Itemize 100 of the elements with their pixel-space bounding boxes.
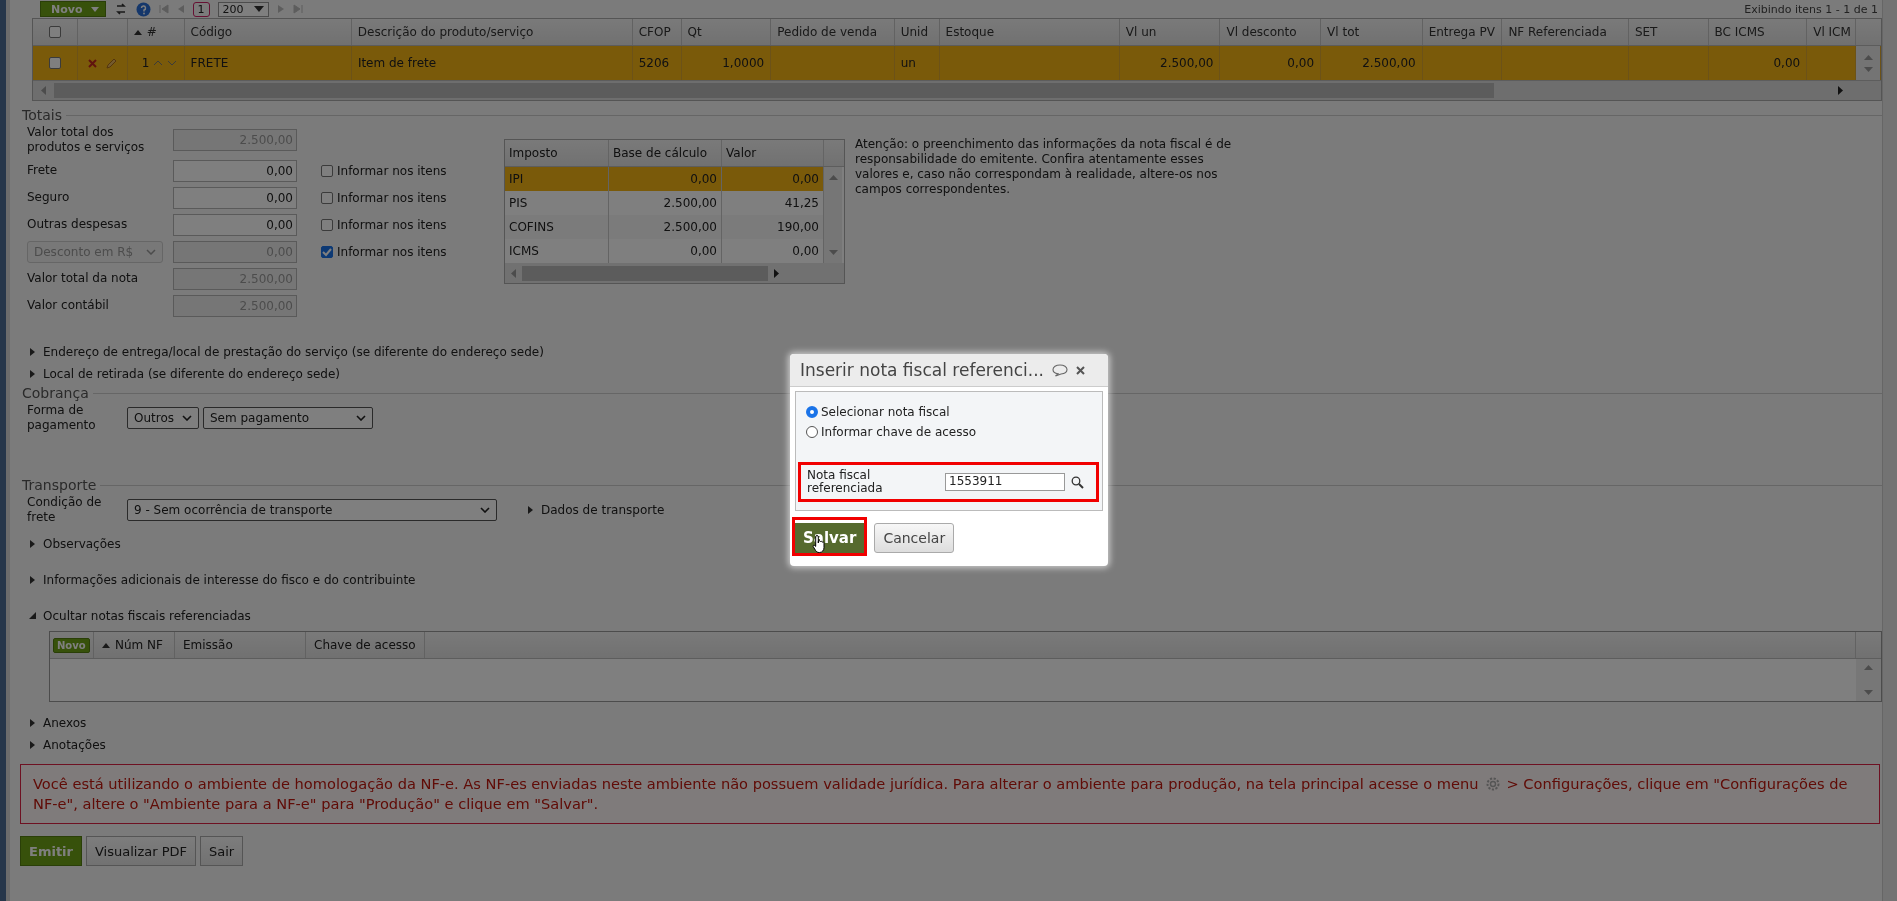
delete-icon[interactable] [87, 58, 97, 68]
checkbox[interactable] [321, 218, 333, 231]
amount-field[interactable]: 0,00 [173, 186, 297, 209]
dialog-button[interactable]: Cancelar [874, 523, 955, 553]
collapsible-section[interactable]: Dados de transporte [525, 499, 665, 521]
table-cell: 2.500,00 [663, 196, 717, 210]
scroll-down-icon[interactable] [828, 250, 838, 255]
column-header[interactable]: Valor [722, 140, 824, 166]
item-row[interactable]: 1 FRETE Item de frete 5206 1,0000 un 2.500,00 0,00 2.500,00 0,00 [33, 46, 1881, 80]
column-header[interactable]: Código [184, 19, 352, 45]
column-header[interactable]: NF Referenciada [1502, 19, 1629, 45]
column-header[interactable]: Vl desconto [1220, 19, 1322, 45]
help-icon[interactable] [135, 1, 151, 17]
previous-page-icon[interactable] [176, 4, 185, 14]
radio-button[interactable] [806, 426, 818, 438]
move-down-icon[interactable] [167, 60, 178, 66]
search-icon[interactable] [1071, 475, 1084, 489]
collapsible-section[interactable]: Ocultar notas fiscais referenciadas [27, 605, 251, 627]
warning-text: > Configurações, clique em "Configurações de [1506, 774, 1848, 794]
column-header[interactable]: Qt [681, 19, 772, 45]
checkbox[interactable] [321, 164, 333, 177]
table-cell: un [900, 56, 916, 70]
amount-field[interactable]: 0,00 [173, 213, 297, 236]
column-header[interactable]: Imposto [505, 140, 609, 166]
page-number-field[interactable]: 1 [192, 1, 210, 17]
tax-row[interactable]: IPI 0,00 0,00 [505, 167, 824, 191]
notice-text: Atenção: o preenchimento das informações da nota fiscal é de responsabilidade do emitente. Confira atentamente esses valores e, caso não correspondam à realidade, altere-os nos campos correspondentes. [855, 137, 1233, 197]
expand-icon [29, 348, 37, 356]
field-label: Valor contábil [27, 298, 110, 313]
column-header[interactable]: Vl ICM [1807, 19, 1857, 45]
column-header[interactable]: Base de cálculo [609, 140, 722, 166]
scroll-left-icon[interactable] [511, 268, 516, 278]
freight-select[interactable]: 9 - Sem ocorrência de transporte [127, 499, 497, 521]
column-header[interactable]: Vl tot [1321, 19, 1423, 45]
page-size-select[interactable]: 200 [217, 1, 269, 17]
column-header[interactable]: BC ICMS [1708, 19, 1808, 45]
column-header[interactable]: Vl un [1119, 19, 1221, 45]
next-page-icon[interactable] [276, 4, 285, 14]
collapsible-section[interactable]: Informações adicionais de interesse do fisco e do contribuinte [27, 569, 416, 591]
scroll-down-icon[interactable] [1864, 690, 1873, 695]
collapsible-section[interactable]: Observações [27, 533, 121, 555]
first-page-icon[interactable] [158, 4, 169, 14]
move-up-icon[interactable] [153, 60, 164, 66]
scroll-down-icon[interactable] [1863, 66, 1873, 72]
scroll-up-icon[interactable] [828, 175, 838, 180]
select-all-checkbox[interactable] [48, 26, 61, 38]
invoice-number-field[interactable]: 1553911 [945, 473, 1065, 491]
action-button[interactable]: Visualizar PDF [85, 836, 196, 866]
last-page-icon[interactable] [292, 4, 303, 14]
scroll-up-icon[interactable] [1864, 665, 1873, 670]
field-label: Condição de frete [27, 495, 103, 525]
payment-select[interactable]: Outros [127, 407, 199, 429]
scroll-right-icon[interactable] [774, 268, 779, 278]
new-button[interactable]: Novo [40, 1, 106, 17]
tax-row[interactable]: COFINS 2.500,00 190,00 [505, 215, 824, 239]
action-button[interactable]: Sair [200, 836, 244, 866]
row-checkbox[interactable] [48, 57, 61, 69]
table-cell: 0,00 [1773, 56, 1801, 70]
table-cell: ICMS [509, 244, 539, 258]
new-button[interactable]: Novo [53, 637, 90, 653]
payment-select[interactable]: Sem pagamento [203, 407, 373, 429]
column-header[interactable]: Emissão [175, 632, 306, 658]
collapsible-section[interactable]: Anotações [27, 734, 106, 756]
section-title: Cobrança [22, 385, 89, 401]
column-header[interactable]: Estoque [939, 19, 1120, 45]
column-header[interactable]: CFOP [632, 19, 682, 45]
table-cell: COFINS [509, 220, 554, 234]
table-cell: 5206 [638, 56, 670, 70]
table-cell: PIS [509, 196, 528, 210]
close-icon[interactable] [1076, 365, 1085, 375]
action-button[interactable]: Emitir [20, 836, 82, 866]
column-header[interactable]: Núm NF [94, 632, 175, 658]
field-label: Frete [27, 163, 59, 178]
field-label: Outras despesas [27, 217, 129, 232]
speech-bubble-icon[interactable] [1052, 363, 1068, 377]
page-scrollbar[interactable] [1882, 0, 1897, 901]
refresh-icon[interactable] [113, 2, 128, 16]
scroll-left-icon[interactable] [41, 86, 46, 95]
collapsible-section[interactable]: Local de retirada (se diferente do endereço sede) [27, 363, 341, 385]
checkbox[interactable] [321, 191, 333, 204]
dialog-button[interactable]: Salvar [795, 523, 865, 553]
column-header[interactable]: SET [1628, 19, 1709, 45]
table-cell: 0,00 [792, 244, 819, 258]
warning-text: Você está utilizando o ambiente de homologação da NF-e. As NF-es enviadas neste ambiente não possuem validade jurídica. Para alterar o ambiente para produção, na tela principal acesse o menu [33, 774, 1479, 794]
radio-button[interactable] [806, 406, 818, 418]
column-header[interactable]: Pedido de venda [771, 19, 895, 45]
collapsible-section[interactable]: Endereço de entrega/local de prestação do serviço (se diferente do endereço sede) [27, 341, 544, 363]
collapsible-section[interactable]: Anexos [27, 712, 87, 734]
column-header[interactable]: Entrega PV [1422, 19, 1503, 45]
gear-icon [1484, 776, 1501, 792]
scroll-up-icon[interactable] [1863, 54, 1873, 60]
chevron-down-icon [146, 248, 156, 255]
column-header[interactable]: Chave de acesso [306, 632, 425, 658]
column-header[interactable]: Descrição do produto/serviço [351, 19, 633, 45]
amount-field[interactable]: 0,00 [173, 159, 297, 182]
scroll-right-icon[interactable] [1838, 86, 1843, 95]
pencil-icon[interactable] [104, 56, 118, 70]
column-header[interactable]: Unid [894, 19, 940, 45]
column-header[interactable]: # [127, 19, 185, 45]
section-title: Totais [22, 107, 62, 123]
